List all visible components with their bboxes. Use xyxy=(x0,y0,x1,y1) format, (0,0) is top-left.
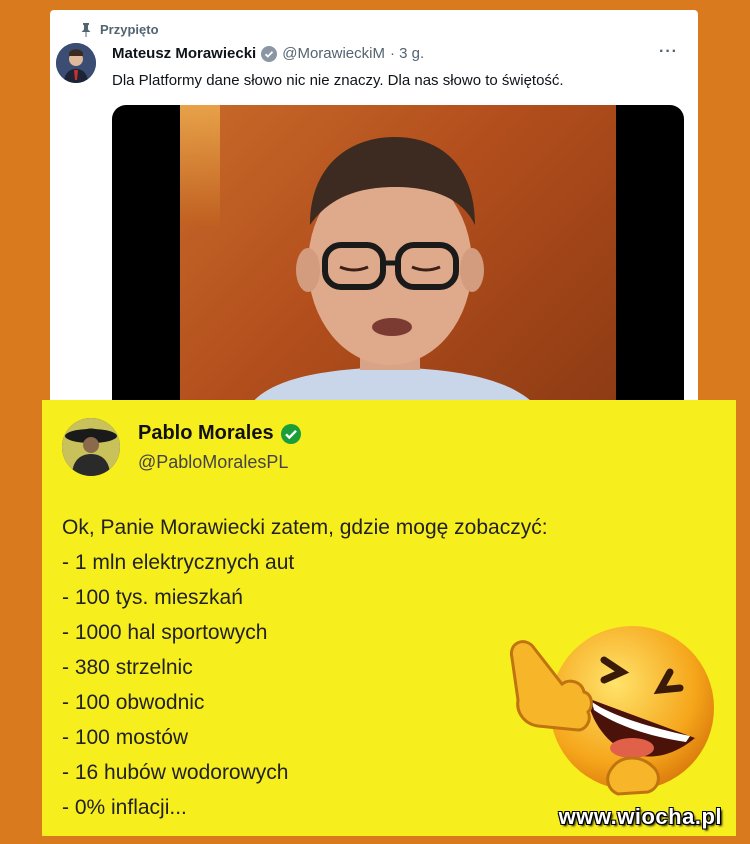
text-line: Ok, Panie Morawiecki zatem, gdzie mogę z… xyxy=(62,516,548,539)
author-name[interactable]: Pablo Morales xyxy=(138,422,274,445)
pin-icon xyxy=(81,22,91,37)
list-item: - 1 mln elektrycznych aut xyxy=(62,551,295,574)
list-item: - 100 tys. mieszkań xyxy=(62,586,243,609)
pinned-indicator: Przypięto xyxy=(80,22,159,37)
author-name-row: Pablo Morales xyxy=(138,422,302,445)
tweet-video[interactable] xyxy=(112,105,684,420)
list-item: - 380 strzelnic xyxy=(62,656,193,679)
author-handle[interactable]: @MorawieckiM xyxy=(282,45,385,62)
tweet-text: Dla Platformy dane słowo nic nie znaczy.… xyxy=(112,72,564,89)
list-item: - 16 hubów wodorowych xyxy=(62,761,289,784)
watermark: www.wiocha.pl xyxy=(558,804,722,829)
pinned-label: Przypięto xyxy=(100,22,159,37)
author-handle[interactable]: @PabloMoralesPL xyxy=(138,452,288,473)
list-item: - 100 mostów xyxy=(62,726,189,749)
verified-badge-icon xyxy=(261,45,278,62)
tweet-text: Ok, Panie Morawiecki zatem, gdzie mogę z… xyxy=(62,510,548,825)
reply-tweet-card[interactable]: Pablo Morales @PabloMoralesPL Ok, Panie … xyxy=(42,400,736,836)
list-item: - 0% inflacji... xyxy=(62,796,187,819)
person-image xyxy=(241,137,548,420)
verified-badge-icon xyxy=(280,423,301,444)
laughing-emoji-icon xyxy=(509,626,714,796)
pinned-tweet-card[interactable]: Przypięto Mateusz Morawiecki @Morawiecki… xyxy=(50,10,698,420)
list-item: - 1000 hal sportowych xyxy=(62,621,268,644)
more-options-icon[interactable]: ··· xyxy=(659,43,678,61)
video-frame xyxy=(180,105,616,420)
tweet-header: Mateusz Morawiecki @MorawieckiM · 3 g. xyxy=(112,45,424,62)
author-name[interactable]: Mateusz Morawiecki xyxy=(112,45,256,62)
avatar[interactable] xyxy=(62,418,120,476)
list-item: - 100 obwodnic xyxy=(62,691,205,714)
tweet-time[interactable]: · 3 g. xyxy=(390,45,424,62)
avatar[interactable] xyxy=(56,43,96,83)
